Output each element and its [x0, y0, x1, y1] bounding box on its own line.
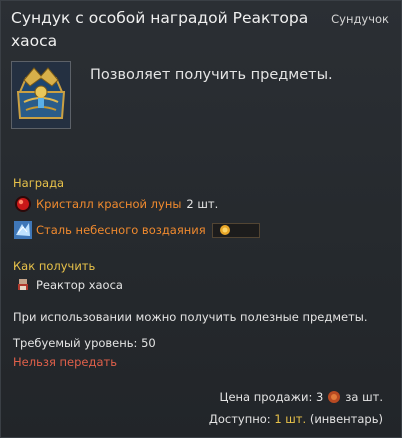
obtain-heading: Как получить: [13, 259, 96, 273]
trade-restriction: Нельзя передать: [13, 355, 117, 369]
reward-item-2[interactable]: Сталь небесного воздаяния: [13, 220, 260, 240]
sell-price: Цена продажи: 3 за шт.: [220, 390, 383, 404]
dungeon-icon: [18, 279, 28, 290]
reward-item-name: Сталь небесного воздаяния: [36, 223, 206, 237]
reward-heading: Награда: [13, 176, 65, 190]
reward-item-qty: 2 шт.: [186, 197, 219, 211]
heavenly-steel-icon: [14, 221, 32, 239]
availability-suffix: (инвентарь): [309, 412, 383, 426]
required-level: Требуемый уровень: 50: [13, 336, 156, 350]
usage-text: При использовании можно получить полезны…: [13, 310, 368, 324]
currency-badge: [211, 222, 260, 238]
reward-item-1[interactable]: Кристалл красной луны 2 шт.: [13, 194, 218, 214]
sell-price-label: Цена продажи: 3: [219, 390, 324, 404]
chest-icon: [11, 61, 71, 129]
copper-coin-icon: [328, 391, 341, 403]
item-title: Сундук с особой наградой Реактора хаоса: [11, 9, 309, 50]
item-description: Позволяет получить предметы.: [90, 67, 333, 83]
item-type: Сундучок: [331, 12, 389, 26]
availability: Доступно: 1 шт. (инвентарь): [209, 412, 383, 426]
gold-coin-icon: [219, 225, 230, 235]
obtain-source-name: Реактор хаоса: [36, 278, 123, 292]
availability-count: 1 шт.: [274, 412, 307, 426]
sell-price-suffix: за шт.: [345, 390, 383, 404]
reward-item-name: Кристалл красной луны: [36, 197, 182, 211]
item-tooltip: Сундук с особой наградой Реактора хаоса …: [0, 0, 402, 438]
availability-label: Доступно:: [208, 412, 271, 426]
obtain-source[interactable]: Реактор хаоса: [13, 275, 123, 295]
red-moon-crystal-icon: [15, 196, 31, 212]
